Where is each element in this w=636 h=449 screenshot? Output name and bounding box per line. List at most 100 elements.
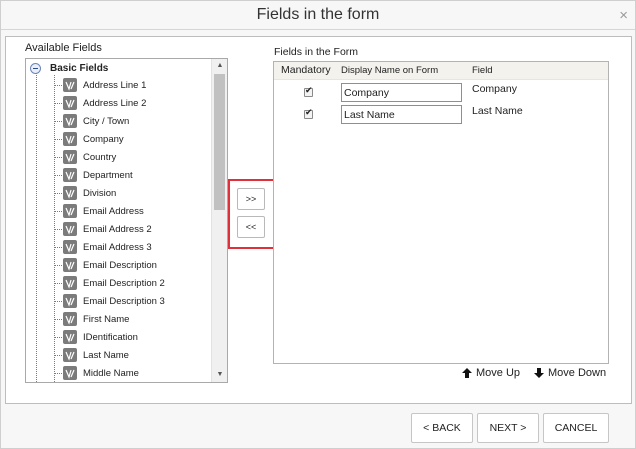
tree-connector <box>36 71 37 382</box>
tree-connector <box>54 282 62 284</box>
dialog-title: Fields in the form <box>256 6 380 23</box>
table-row: Company <box>274 82 608 104</box>
scroll-up-arrow-icon[interactable]: ▲ <box>212 59 227 73</box>
tree-connector <box>54 84 62 86</box>
field-icon <box>63 150 77 164</box>
close-icon[interactable]: × <box>619 8 628 23</box>
title-bar: Fields in the form × <box>1 1 635 30</box>
field-icon <box>63 366 77 380</box>
transfer-buttons-highlight: >> << <box>228 179 276 249</box>
tree-connector <box>54 174 62 176</box>
tree-connector <box>54 228 62 230</box>
field-icon <box>63 294 77 308</box>
field-icon <box>63 114 77 128</box>
tree-item[interactable]: Department <box>54 167 133 183</box>
tree-connector <box>54 246 62 248</box>
mandatory-checkbox[interactable] <box>304 86 313 97</box>
tree-item-label: Company <box>83 133 124 145</box>
tree-connector <box>54 264 62 266</box>
tree-item[interactable]: Division <box>54 185 116 201</box>
column-header-field: Field <box>472 65 493 76</box>
tree-item-label: Email Address 2 <box>83 223 152 235</box>
tree-item-label: Address Line 2 <box>83 97 147 109</box>
tree-connector <box>54 318 62 320</box>
field-name: Last Name <box>472 105 523 117</box>
tree-item[interactable]: Email Description 3 <box>54 293 165 309</box>
tree-connector <box>54 300 62 302</box>
tree-item-label: First Name <box>83 313 130 325</box>
add-field-button[interactable]: >> <box>237 188 265 210</box>
tree-item-label: City / Town <box>83 115 130 127</box>
tree-item-label: Address Line 1 <box>83 79 147 91</box>
column-header-mandatory: Mandatory <box>281 64 331 76</box>
tree-item[interactable]: Email Description <box>54 257 157 273</box>
display-name-input[interactable] <box>341 83 462 102</box>
move-down-label: Move Down <box>548 367 607 379</box>
tree-connector <box>54 120 62 122</box>
scroll-down-arrow-icon[interactable]: ▼ <box>212 368 227 382</box>
field-icon <box>63 168 77 182</box>
field-icon <box>63 78 77 92</box>
tree-item[interactable]: Address Line 2 <box>54 95 146 111</box>
tree-item-label: Division <box>83 187 117 199</box>
dialog-content: Available Fields Basic Fields Address Li… <box>5 36 632 404</box>
tree-item[interactable]: IDentification <box>54 329 138 345</box>
tree-item[interactable]: Company <box>54 131 124 147</box>
tree-item-label: Middle Name <box>83 367 139 379</box>
tree-connector <box>54 192 62 194</box>
arrow-down-icon <box>534 368 544 378</box>
scroll-thumb[interactable] <box>214 74 225 210</box>
table-row: Last Name <box>274 104 608 126</box>
remove-field-button[interactable]: << <box>237 216 265 238</box>
field-icon <box>63 222 77 236</box>
tree-item[interactable]: Email Description 2 <box>54 275 165 291</box>
tree-item[interactable]: Email Address 2 <box>54 221 152 237</box>
field-icon <box>63 348 77 362</box>
tree-item[interactable]: First Name <box>54 311 129 327</box>
tree-connector <box>54 372 62 374</box>
field-icon <box>63 186 77 200</box>
available-fields-tree[interactable]: Basic Fields Address Line 1 Address Line … <box>25 58 228 383</box>
tree-root-basic-fields[interactable]: Basic Fields <box>30 61 108 75</box>
move-up-label: Move Up <box>476 367 521 379</box>
collapse-icon[interactable] <box>30 62 41 74</box>
move-up-button[interactable]: Move Up <box>461 367 520 379</box>
move-down-button[interactable]: Move Down <box>533 367 606 379</box>
tree-item[interactable]: Country <box>54 149 116 165</box>
next-button[interactable]: NEXT > <box>477 413 539 443</box>
field-icon <box>63 132 77 146</box>
tree-connector <box>54 210 62 212</box>
tree-item[interactable]: Last Name <box>54 347 129 363</box>
tree-item[interactable]: Email Address <box>54 203 144 219</box>
tree-item[interactable]: Middle Name <box>54 365 139 381</box>
tree-item-label: Email Address 3 <box>83 241 152 253</box>
tree-list: Basic Fields Address Line 1 Address Line … <box>26 59 211 382</box>
mandatory-checkbox[interactable] <box>304 108 313 119</box>
tree-connector <box>54 336 62 338</box>
tree-item-label: Country <box>83 151 117 163</box>
available-fields-label: Available Fields <box>25 42 102 54</box>
field-icon <box>63 204 77 218</box>
back-button[interactable]: < BACK <box>411 413 473 443</box>
tree-connector <box>54 138 62 140</box>
tree-item[interactable]: Email Address 3 <box>54 239 152 255</box>
tree-item[interactable]: Address Line 1 <box>54 77 146 93</box>
field-icon <box>63 312 77 326</box>
fields-dialog: Fields in the form × Available Fields Ba… <box>0 0 636 449</box>
field-icon <box>63 258 77 272</box>
fields-in-form-label: Fields in the Form <box>274 46 359 58</box>
form-fields-grid: Mandatory Display Name on Form Field Com… <box>273 61 609 364</box>
tree-connector <box>54 156 62 158</box>
cancel-button[interactable]: CANCEL <box>543 413 609 443</box>
column-header-display-name: Display Name on Form <box>341 65 439 76</box>
tree-root-label: Basic Fields <box>50 62 109 74</box>
display-name-input[interactable] <box>341 105 462 124</box>
tree-connector <box>54 354 62 356</box>
tree-item-label: Email Description 3 <box>83 295 165 307</box>
tree-scrollbar[interactable]: ▲ ▼ <box>211 59 227 382</box>
tree-item[interactable]: City / Town <box>54 113 129 129</box>
field-icon <box>63 330 77 344</box>
tree-item-label: Email Address <box>83 205 144 217</box>
field-icon <box>63 276 77 290</box>
grid-header: Mandatory Display Name on Form Field <box>274 62 608 80</box>
